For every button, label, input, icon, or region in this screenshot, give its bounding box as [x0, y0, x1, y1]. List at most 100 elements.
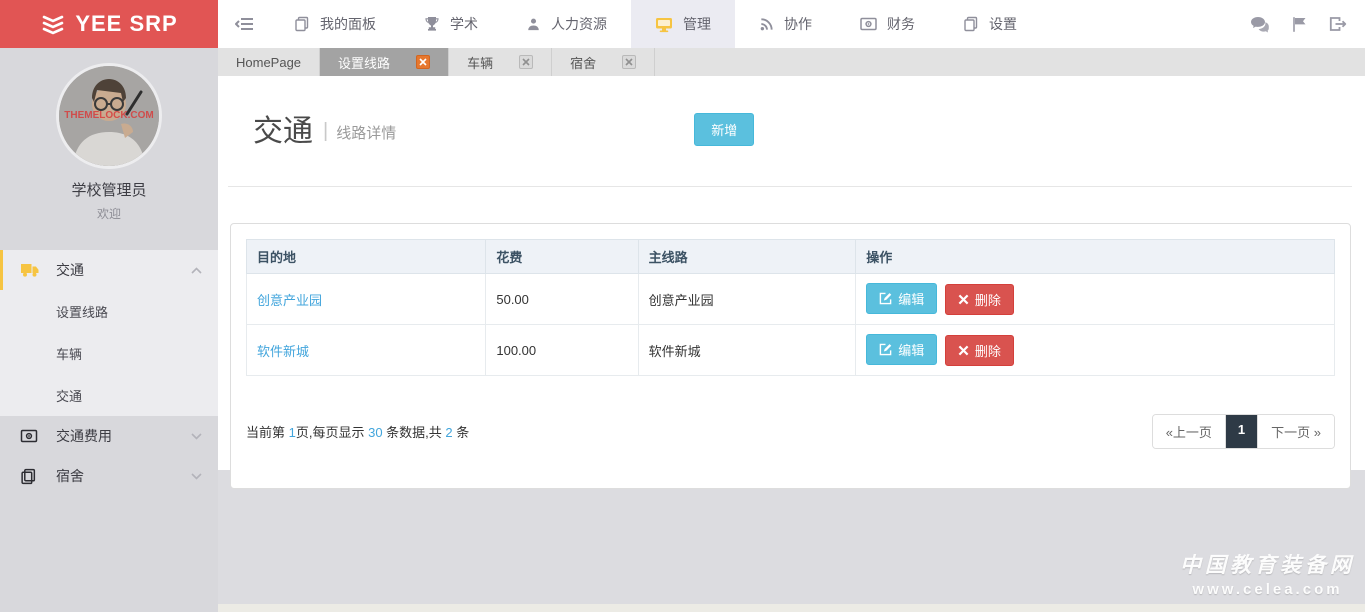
top-navigation: 我的面板 学术 人力资源 管理 协作 财务	[218, 0, 1365, 48]
monitor-icon	[655, 16, 673, 33]
cell-actions: 编辑 删除	[856, 274, 1335, 325]
sidebar-item-label: 宿舍	[56, 466, 84, 486]
tab-homepage[interactable]: HomePage	[218, 48, 320, 76]
header-right-icons	[1250, 0, 1365, 48]
main-content: 交通 | 线路详情 新增 目的地 花费 主线路 操作 创意产业园	[218, 76, 1365, 470]
delete-button[interactable]: 删除	[945, 335, 1014, 366]
sidebar-item-label: 车辆	[56, 344, 82, 363]
edit-icon	[879, 343, 892, 356]
edit-button[interactable]: 编辑	[866, 334, 937, 365]
edit-button[interactable]: 编辑	[866, 283, 937, 314]
destination-link[interactable]: 软件新城	[257, 344, 309, 359]
header: YEE SRP 我的面板 学术 人力资源 管理	[0, 0, 1365, 48]
delete-button[interactable]: 删除	[945, 284, 1014, 315]
nav-item-settings[interactable]: 设置	[939, 0, 1041, 48]
horizontal-scrollbar-track[interactable]	[218, 604, 1365, 612]
watermark-url: www.celea.com	[1180, 581, 1355, 598]
close-icon[interactable]	[416, 55, 430, 69]
nav-item-label: 学术	[450, 14, 478, 34]
menu-group-dormitory: 宿舍	[0, 456, 218, 496]
sidebar-item-set-route[interactable]: 设置线路	[0, 290, 218, 332]
page-subtitle: 线路详情	[336, 122, 396, 143]
column-header-destination: 目的地	[247, 240, 486, 274]
nav-item-collaboration[interactable]: 协作	[735, 0, 836, 48]
page-title-separator: |	[323, 120, 328, 143]
avatar-watermark: THEMELOCK.COM	[59, 110, 159, 121]
cash-icon	[860, 17, 877, 31]
user-greeting: 欢迎	[0, 205, 218, 222]
avatar[interactable]: THEMELOCK.COM	[59, 66, 159, 166]
nav-item-label: 人力资源	[551, 14, 607, 34]
chevron-down-icon	[191, 473, 202, 480]
x-icon	[958, 294, 969, 305]
sidebar-toggle-icon[interactable]	[218, 0, 270, 48]
cell-destination: 创意产业园	[247, 274, 486, 325]
menu-group-transport: 交通 设置线路 车辆 交通	[0, 250, 218, 416]
brand-logo-icon	[40, 11, 66, 37]
sidebar-item-transport-sub[interactable]: 交通	[0, 374, 218, 416]
person-icon	[526, 17, 541, 32]
pagination-row: 当前第 1页,每页显示 30 条数据,共 2 条 «上一页 1 下一页 »	[246, 414, 1335, 473]
cash-icon	[20, 429, 40, 443]
routes-table: 目的地 花费 主线路 操作 创意产业园 50.00 创意产业园 编辑 删除	[246, 239, 1335, 376]
cell-destination: 软件新城	[247, 325, 486, 376]
sidebar-item-label: 交通费用	[56, 426, 112, 446]
pages-icon	[20, 468, 40, 485]
sidebar-item-vehicles[interactable]: 车辆	[0, 332, 218, 374]
trophy-icon	[424, 16, 440, 32]
table-row: 创意产业园 50.00 创意产业园 编辑 删除	[247, 274, 1335, 325]
pages-icon	[294, 16, 310, 32]
cell-main-route: 软件新城	[638, 325, 856, 376]
nav-item-dashboard[interactable]: 我的面板	[270, 0, 400, 48]
brand-logo[interactable]: YEE SRP	[0, 0, 218, 48]
chat-icon[interactable]	[1250, 16, 1270, 33]
nav-item-label: 管理	[683, 14, 711, 34]
tab-dormitory[interactable]: 宿舍	[552, 48, 655, 76]
nav-item-academic[interactable]: 学术	[400, 0, 502, 48]
flag-icon[interactable]	[1292, 16, 1307, 33]
sidebar-item-label: 交通	[56, 260, 84, 280]
pagination-summary: 当前第 1页,每页显示 30 条数据,共 2 条	[246, 422, 469, 441]
tab-label: 设置线路	[338, 53, 390, 72]
tab-label: 车辆	[467, 53, 493, 72]
sidebar-item-transport-cost[interactable]: 交通费用	[0, 416, 218, 456]
column-header-actions: 操作	[856, 240, 1335, 274]
nav-item-management[interactable]: 管理	[631, 0, 735, 48]
chevron-down-icon	[191, 433, 202, 440]
pagination-controls: «上一页 1 下一页 »	[1152, 414, 1335, 449]
close-icon[interactable]	[622, 55, 636, 69]
sidebar-item-transport[interactable]: 交通	[0, 250, 218, 290]
nav-item-finance[interactable]: 财务	[836, 0, 939, 48]
nav-item-label: 协作	[784, 14, 812, 34]
nav-item-label: 我的面板	[320, 14, 376, 34]
tab-bar: HomePage 设置线路 车辆 宿舍	[218, 48, 1365, 76]
chevron-up-icon	[191, 267, 202, 274]
user-name: 学校管理员	[0, 179, 218, 200]
destination-link[interactable]: 创意产业园	[257, 293, 322, 308]
truck-icon	[20, 262, 40, 278]
cell-cost: 100.00	[486, 325, 638, 376]
add-button[interactable]: 新增	[694, 113, 754, 146]
cell-actions: 编辑 删除	[856, 325, 1335, 376]
column-header-main-route: 主线路	[638, 240, 856, 274]
table-header-row: 目的地 花费 主线路 操作	[247, 240, 1335, 274]
next-page-button[interactable]: 下一页 »	[1258, 415, 1334, 448]
close-icon[interactable]	[519, 55, 533, 69]
routes-panel: 目的地 花费 主线路 操作 创意产业园 50.00 创意产业园 编辑 删除	[230, 223, 1351, 489]
sidebar-item-label: 交通	[56, 386, 82, 405]
brand-name: YEE SRP	[75, 11, 177, 37]
nav-item-label: 设置	[989, 14, 1017, 34]
page-header: 交通 | 线路详情 新增	[218, 76, 1365, 150]
sidebar-item-dormitory[interactable]: 宿舍	[0, 456, 218, 496]
cell-cost: 50.00	[486, 274, 638, 325]
app-window: YEE SRP 我的面板 学术 人力资源 管理	[0, 0, 1365, 612]
tab-vehicles[interactable]: 车辆	[449, 48, 552, 76]
sidebar-item-label: 设置线路	[56, 302, 108, 321]
nav-item-hr[interactable]: 人力资源	[502, 0, 631, 48]
prev-page-button[interactable]: «上一页	[1153, 415, 1226, 448]
watermark-title: 中国教育装备网	[1180, 549, 1355, 579]
tab-set-route[interactable]: 设置线路	[320, 48, 449, 76]
current-page-button[interactable]: 1	[1226, 415, 1258, 448]
cell-main-route: 创意产业园	[638, 274, 856, 325]
logout-icon[interactable]	[1329, 16, 1347, 32]
